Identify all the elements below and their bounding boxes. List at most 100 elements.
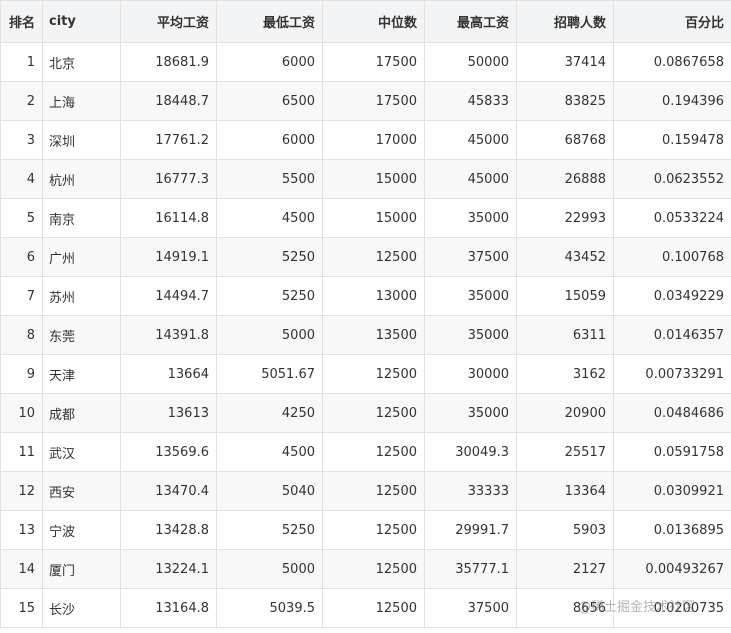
column-header-median[interactable]: 中位数 (322, 0, 425, 43)
median-cell: 12500 (322, 588, 425, 628)
watermark: @稀土掘金技术社区 (578, 600, 696, 615)
median-cell: 13000 (322, 276, 425, 316)
max-salary-cell: 37500 (424, 237, 517, 277)
city-cell: 长沙 (42, 588, 121, 628)
table-row[interactable]: 1 北京 18681.9 6000 17500 50000 37414 0.0867658 (0, 42, 731, 82)
job-count-cell: 25517 (516, 432, 614, 472)
salary-table: 排名 city 平均工资 最低工资 中位数 最高工资 招聘人数 百分比 1 北京 1… (0, 0, 731, 628)
rank-cell: 7 (0, 276, 43, 316)
min-salary-cell: 5000 (216, 549, 323, 589)
table-row[interactable]: 9 天津 13664 5051.67 12500 30000 3162 0.00733291 (0, 354, 731, 394)
column-header-rank[interactable]: 排名 (0, 0, 43, 43)
table-row[interactable]: 8 东莞 14391.8 5000 13500 35000 6311 0.0146357 (0, 315, 731, 355)
min-salary-cell: 5040 (216, 471, 323, 511)
column-header-avg-salary[interactable]: 平均工资 (120, 0, 217, 43)
city-cell: 成都 (42, 393, 121, 433)
percentage-cell: 0.159478 (613, 120, 731, 160)
min-salary-cell: 5500 (216, 159, 323, 199)
table-row[interactable]: 4 杭州 16777.3 5500 15000 45000 26888 0.0623552 (0, 159, 731, 199)
max-salary-cell: 45833 (424, 81, 517, 121)
percentage-cell: 0.0309921 (613, 471, 731, 511)
table-header-row: 排名 city 平均工资 最低工资 中位数 最高工资 招聘人数 百分比 (0, 0, 731, 43)
job-count-cell: 6311 (516, 315, 614, 355)
rank-cell: 8 (0, 315, 43, 355)
rank-cell: 3 (0, 120, 43, 160)
job-count-cell: 2127 (516, 549, 614, 589)
table-row[interactable]: 6 广州 14919.1 5250 12500 37500 43452 0.100768 (0, 237, 731, 277)
min-salary-cell: 5039.5 (216, 588, 323, 628)
avg-salary-cell: 14919.1 (120, 237, 217, 277)
rank-cell: 12 (0, 471, 43, 511)
avg-salary-cell: 14494.7 (120, 276, 217, 316)
table-body: 1 北京 18681.9 6000 17500 50000 37414 0.0867658 2 上… (0, 42, 731, 628)
median-cell: 17500 (322, 81, 425, 121)
rank-cell: 13 (0, 510, 43, 550)
table-row[interactable]: 14 厦门 13224.1 5000 12500 35777.1 2127 0.0049326… (0, 549, 731, 589)
avg-salary-cell: 16777.3 (120, 159, 217, 199)
job-count-cell: 37414 (516, 42, 614, 82)
min-salary-cell: 5250 (216, 276, 323, 316)
min-salary-cell: 4500 (216, 432, 323, 472)
median-cell: 12500 (322, 471, 425, 511)
max-salary-cell: 45000 (424, 120, 517, 160)
max-salary-cell: 45000 (424, 159, 517, 199)
city-cell: 上海 (42, 81, 121, 121)
median-cell: 12500 (322, 354, 425, 394)
column-header-job-count[interactable]: 招聘人数 (516, 0, 614, 43)
median-cell: 12500 (322, 432, 425, 472)
column-header-percentage[interactable]: 百分比 (613, 0, 731, 43)
job-count-cell: 68768 (516, 120, 614, 160)
max-salary-cell: 35000 (424, 198, 517, 238)
city-cell: 北京 (42, 42, 121, 82)
table-row[interactable]: 11 武汉 13569.6 4500 12500 30049.3 25517 0.059175… (0, 432, 731, 472)
job-count-cell: 5903 (516, 510, 614, 550)
table-row[interactable]: 5 南京 16114.8 4500 15000 35000 22993 0.0533224 (0, 198, 731, 238)
max-salary-cell: 29991.7 (424, 510, 517, 550)
rank-cell: 9 (0, 354, 43, 394)
city-cell: 南京 (42, 198, 121, 238)
min-salary-cell: 6000 (216, 42, 323, 82)
percentage-cell: 0.0146357 (613, 315, 731, 355)
job-count-cell: 20900 (516, 393, 614, 433)
table-row[interactable]: 12 西安 13470.4 5040 12500 33333 13364 0.0309921 (0, 471, 731, 511)
max-salary-cell: 33333 (424, 471, 517, 511)
percentage-cell: 0.0623552 (613, 159, 731, 199)
city-cell: 天津 (42, 354, 121, 394)
rank-cell: 1 (0, 42, 43, 82)
max-salary-cell: 30049.3 (424, 432, 517, 472)
job-count-cell: 83825 (516, 81, 614, 121)
avg-salary-cell: 13224.1 (120, 549, 217, 589)
avg-salary-cell: 18448.7 (120, 81, 217, 121)
percentage-cell: 0.0349229 (613, 276, 731, 316)
city-cell: 广州 (42, 237, 121, 277)
city-cell: 厦门 (42, 549, 121, 589)
column-header-max-salary[interactable]: 最高工资 (424, 0, 517, 43)
city-cell: 西安 (42, 471, 121, 511)
column-header-city[interactable]: city (42, 0, 121, 43)
median-cell: 13500 (322, 315, 425, 355)
column-header-min-salary[interactable]: 最低工资 (216, 0, 323, 43)
avg-salary-cell: 13664 (120, 354, 217, 394)
min-salary-cell: 4500 (216, 198, 323, 238)
table-row[interactable]: 3 深圳 17761.2 6000 17000 45000 68768 0.159478 (0, 120, 731, 160)
percentage-cell: 0.00733291 (613, 354, 731, 394)
table-row[interactable]: 7 苏州 14494.7 5250 13000 35000 15059 0.0349229 (0, 276, 731, 316)
percentage-cell: 0.0867658 (613, 42, 731, 82)
median-cell: 12500 (322, 549, 425, 589)
city-cell: 苏州 (42, 276, 121, 316)
table-row[interactable]: 13 宁波 13428.8 5250 12500 29991.7 5903 0.0136895 (0, 510, 731, 550)
min-salary-cell: 5250 (216, 510, 323, 550)
min-salary-cell: 6000 (216, 120, 323, 160)
table-row[interactable]: 2 上海 18448.7 6500 17500 45833 83825 0.194396 (0, 81, 731, 121)
rank-cell: 4 (0, 159, 43, 199)
percentage-cell: 0.0533224 (613, 198, 731, 238)
rank-cell: 6 (0, 237, 43, 277)
min-salary-cell: 5250 (216, 237, 323, 277)
rank-cell: 5 (0, 198, 43, 238)
rank-cell: 15 (0, 588, 43, 628)
max-salary-cell: 35777.1 (424, 549, 517, 589)
avg-salary-cell: 18681.9 (120, 42, 217, 82)
job-count-cell: 22993 (516, 198, 614, 238)
percentage-cell: 0.0591758 (613, 432, 731, 472)
table-row[interactable]: 10 成都 13613 4250 12500 35000 20900 0.0484686 (0, 393, 731, 433)
